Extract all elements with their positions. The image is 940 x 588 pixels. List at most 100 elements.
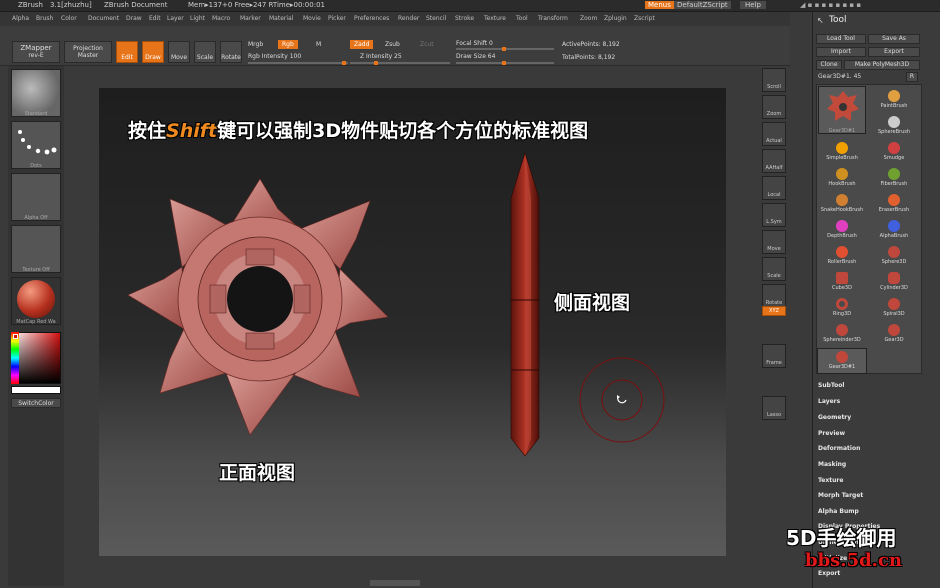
lsym-button[interactable]: L.Sym — [762, 203, 786, 227]
make-polymesh-button[interactable]: Make PolyMesh3D — [844, 60, 920, 70]
section-preview[interactable]: Preview — [818, 430, 845, 437]
r-button[interactable]: R — [906, 72, 918, 82]
menu-macro[interactable]: Macro — [212, 15, 230, 22]
tool-simplebrush[interactable]: SimpleBrush — [817, 140, 867, 166]
menu-zplugin[interactable]: Zplugin — [604, 15, 627, 22]
menu-edit[interactable]: Edit — [149, 15, 161, 22]
actual-button[interactable]: Actual — [762, 122, 786, 146]
tool-snakehookbrush[interactable]: SnakeHookBrush — [817, 192, 867, 218]
menu-stroke[interactable]: Stroke — [455, 15, 474, 22]
dots-stroke-tile[interactable]: Dots — [11, 121, 61, 169]
section-texture[interactable]: Texture — [818, 477, 843, 484]
menu-material[interactable]: Material — [269, 15, 293, 22]
section-geometry[interactable]: Geometry — [818, 414, 851, 421]
tool-eraserbrush[interactable]: EraserBrush — [869, 192, 919, 218]
focal-shift-track[interactable] — [456, 47, 554, 51]
draw-size-slider[interactable]: Draw Size 64 — [456, 53, 495, 60]
tool-cube3d[interactable]: Cube3D — [817, 270, 867, 296]
script-button[interactable]: DefaultZScript — [674, 1, 731, 9]
tool-paintbrush[interactable]: PaintBrush — [869, 88, 919, 114]
menu-light[interactable]: Light — [190, 15, 205, 22]
window-controls-icon[interactable]: ◢ ▪ ▪ ▪ ▪ ▪ ▪ ▪ ▪ — [800, 1, 861, 9]
mrgb-button[interactable]: Mrgb — [248, 41, 263, 48]
xyz-button[interactable]: XYZ — [762, 306, 786, 316]
rotate-view-button[interactable]: Rotate — [762, 284, 786, 308]
draw-size-handle[interactable] — [502, 61, 506, 65]
tool-gear3d[interactable]: Gear3D — [869, 322, 919, 348]
tool-ring3d[interactable]: Ring3D — [817, 296, 867, 322]
section-subtool[interactable]: SubTool — [818, 382, 844, 389]
clone-button[interactable]: Clone — [816, 60, 842, 70]
z-intensity-track[interactable] — [350, 61, 450, 65]
switch-color-button[interactable]: SwitchColor — [11, 398, 61, 408]
load-tool-button[interactable]: Load Tool — [816, 34, 866, 44]
rgb-intensity-track[interactable] — [248, 61, 348, 65]
menu-layer[interactable]: Layer — [167, 15, 184, 22]
menu-alpha[interactable]: Alpha — [12, 15, 29, 22]
document-canvas[interactable]: 按住Shift键可以强制3D物件贴切各个方位的标准视图 正面视图 侧面视图 — [99, 88, 726, 556]
tool-spherebrush[interactable]: SphereBrush — [869, 114, 919, 140]
menu-transform[interactable]: Transform — [538, 15, 568, 22]
rgb-intensity-slider[interactable]: Rgb Intensity 100 — [248, 53, 301, 60]
rgb-button[interactable]: Rgb — [278, 40, 298, 49]
zsub-button[interactable]: Zsub — [385, 41, 400, 48]
menu-document[interactable]: Document — [88, 15, 119, 22]
tool-spiral3d[interactable]: Spiral3D — [869, 296, 919, 322]
menu-color[interactable]: Color — [61, 15, 77, 22]
tool-rollerbrush[interactable]: RollerBrush — [817, 244, 867, 270]
menu-preferences[interactable]: Preferences — [354, 15, 389, 22]
projection-master-button[interactable]: Projection Master — [64, 41, 112, 63]
section-deformation[interactable]: Deformation — [818, 445, 860, 452]
z-intensity-slider[interactable]: Z Intensity 25 — [360, 53, 402, 60]
zadd-button[interactable]: Zadd — [350, 40, 374, 49]
zmapper-button[interactable]: ZMapper rev-E — [12, 41, 60, 63]
material-tile[interactable]: MatCap Red Wa — [11, 277, 61, 325]
scale-button[interactable]: Scale — [194, 41, 216, 63]
aahalf-button[interactable]: AAHalf — [762, 149, 786, 173]
draw-button[interactable]: Draw — [142, 41, 164, 63]
menu-stencil[interactable]: Stencil — [426, 15, 446, 22]
menu-render[interactable]: Render — [398, 15, 419, 22]
texture-tile[interactable]: Texture Off — [11, 225, 61, 273]
section-morph-target[interactable]: Morph Target — [818, 492, 863, 499]
tool-smudge[interactable]: Smudge — [869, 140, 919, 166]
frame-button[interactable]: Frame — [762, 344, 786, 368]
menu-zoom[interactable]: Zoom — [580, 15, 597, 22]
tool-cylinder3d[interactable]: Cylinder3D — [869, 270, 919, 296]
z-intensity-handle[interactable] — [374, 61, 378, 65]
secondary-color-swatch[interactable] — [11, 386, 61, 394]
rotate-button[interactable]: Rotate — [220, 41, 242, 63]
menu-marker[interactable]: Marker — [240, 15, 261, 22]
zcut-button[interactable]: Zcut — [420, 41, 434, 48]
active-tool-tile[interactable]: Gear3D#1 — [818, 86, 866, 134]
menu-picker[interactable]: Picker — [328, 15, 346, 22]
tool-depthbrush[interactable]: DepthBrush — [817, 218, 867, 244]
menus-button[interactable]: Menus — [645, 1, 674, 9]
scroll-button[interactable]: Scroll — [762, 68, 786, 92]
tool-sphereinder3d[interactable]: Sphereinder3D — [817, 322, 867, 348]
section-masking[interactable]: Masking — [818, 461, 846, 468]
standard-brush-tile[interactable]: Standard — [11, 69, 61, 117]
export-button[interactable]: Export — [868, 47, 920, 57]
tool-hookbrush[interactable]: HookBrush — [817, 166, 867, 192]
primary-color-swatch[interactable] — [13, 334, 18, 339]
save-as-button[interactable]: Save As — [868, 34, 920, 44]
menu-draw[interactable]: Draw — [126, 15, 142, 22]
tool-alphabrush[interactable]: AlphaBrush — [869, 218, 919, 244]
move-button[interactable]: Move — [168, 41, 190, 63]
section-alpha-bump[interactable]: Alpha Bump — [818, 508, 859, 515]
menu-texture[interactable]: Texture — [484, 15, 506, 22]
focal-shift-handle[interactable] — [502, 47, 506, 51]
zoom-button[interactable]: Zoom — [762, 95, 786, 119]
menu-zscript[interactable]: Zscript — [634, 15, 655, 22]
m-button[interactable]: M — [316, 41, 321, 48]
section-export[interactable]: Export — [818, 570, 840, 577]
tool-gear3d-1[interactable]: Gear3D#1 — [817, 348, 867, 374]
rotate-gizmo-icon[interactable] — [579, 357, 665, 443]
menu-brush[interactable]: Brush — [36, 15, 53, 22]
scale-view-button[interactable]: Scale — [762, 257, 786, 281]
menu-tool[interactable]: Tool — [516, 15, 528, 22]
tool-sphere3d[interactable]: Sphere3D — [869, 244, 919, 270]
tool-fiberbrush[interactable]: FiberBrush — [869, 166, 919, 192]
menu-movie[interactable]: Movie — [303, 15, 321, 22]
